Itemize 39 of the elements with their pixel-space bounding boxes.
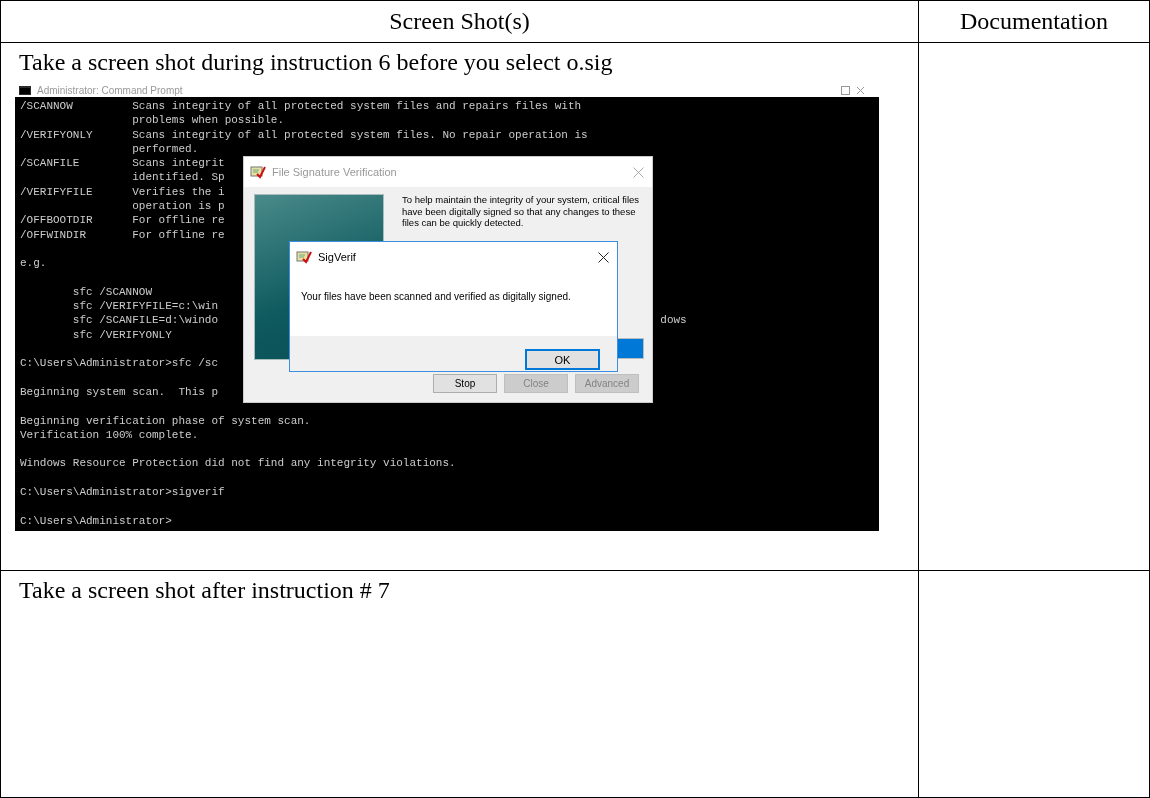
console-line: C:\Users\Administrator>sfc /sc bbox=[20, 357, 219, 370]
console-line: dows bbox=[660, 313, 687, 328]
ok-button[interactable]: OK bbox=[525, 349, 600, 370]
console-title: Administrator: Command Prompt bbox=[37, 84, 183, 96]
message-text: Your files have been scanned and verified as digitally signed. bbox=[300, 290, 572, 304]
console-line: /VERIFYFILE Verifies the i bbox=[20, 185, 225, 198]
description-text: To help maintain the integrity of your system, critical files have been digitally signed so that any changes to these files can be quickly detected. bbox=[402, 194, 641, 229]
console-line: Verification 100% complete. bbox=[20, 428, 199, 441]
console-line: operation is p bbox=[131, 200, 225, 213]
console-line: sfc /VERIFYONLY bbox=[71, 328, 172, 341]
dialog-title: File Signature Verification bbox=[272, 166, 397, 178]
console-line: e.g. bbox=[20, 257, 47, 270]
console-line: /OFFWINDIR For offline re bbox=[20, 228, 225, 241]
console-line: performed. bbox=[131, 142, 199, 155]
signature-check-icon bbox=[250, 165, 266, 179]
console-line: /VERIFYONLY Scans integrity of all protected system files. No repair operation is bbox=[20, 128, 588, 141]
maximize-icon[interactable] bbox=[841, 85, 850, 95]
dialog-button[interactable]: Stop bbox=[433, 374, 497, 393]
console-line: C:\Users\Administrator> bbox=[20, 514, 172, 527]
signature-check-icon bbox=[296, 250, 312, 264]
column-header: Screen Shot(s) bbox=[0, 0, 919, 43]
console-line: identified. Sp bbox=[131, 171, 225, 184]
console-line: sfc /VERIFYFILE=c:\win bbox=[71, 300, 219, 313]
console-line: problems when possible. bbox=[131, 114, 285, 127]
console-line: Beginning system scan. This p bbox=[20, 385, 219, 398]
instruction-text: Take a screen shot after instruction # 7 bbox=[18, 576, 391, 604]
console-icon bbox=[19, 85, 31, 95]
console-line: /SCANNOW Scans integrity of all protected system files and repairs files with bbox=[20, 100, 582, 112]
console-line: sfc /SCANNOW bbox=[71, 285, 153, 298]
console-line: /SCANFILE Scans integrit bbox=[20, 157, 225, 170]
close-icon[interactable] bbox=[598, 251, 609, 263]
console-line: Windows Resource Protection did not find any integrity violations. bbox=[20, 457, 456, 470]
column-header: Documentation bbox=[918, 0, 1150, 43]
console-line: /OFFBOOTDIR For offline re bbox=[20, 214, 225, 227]
console-line: Beginning verification phase of system scan. bbox=[20, 414, 311, 427]
instruction-text: Take a screen shot during instruction 6 before you select o.sig bbox=[18, 48, 614, 76]
dialog-title: SigVerif bbox=[318, 251, 356, 263]
console-line: sfc /SCANFILE=d:\windo bbox=[71, 314, 219, 327]
console-line: C:\Users\Administrator>sigverif bbox=[20, 486, 225, 498]
